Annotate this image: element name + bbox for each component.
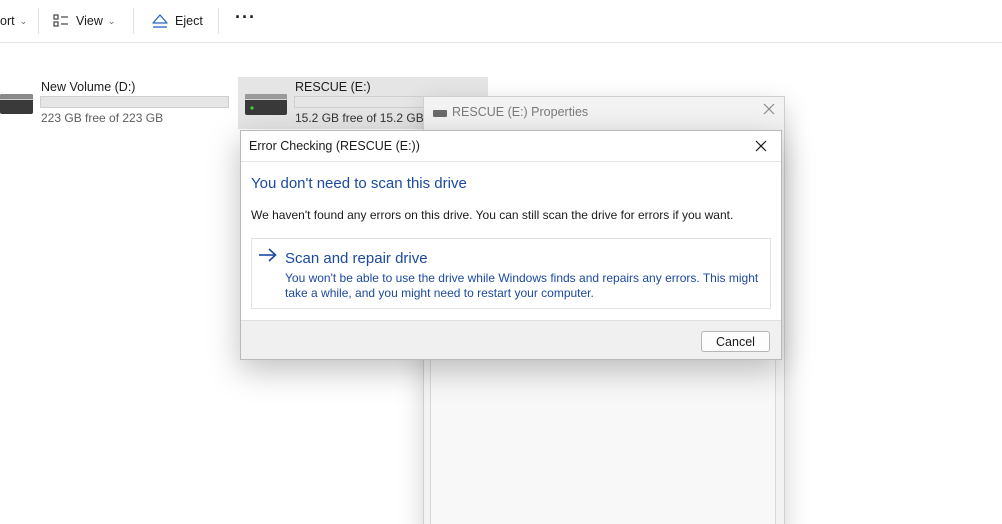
hard-drive-icon bbox=[245, 92, 287, 119]
eject-icon bbox=[152, 13, 168, 29]
toolbar-divider bbox=[38, 8, 39, 34]
chevron-down-icon: ⌄ bbox=[19, 15, 28, 26]
properties-tab-panel bbox=[430, 359, 776, 524]
drive-free-space: 223 GB free of 223 GB bbox=[41, 111, 164, 125]
sort-button[interactable]: ort ⌄ bbox=[0, 11, 27, 31]
close-button[interactable] bbox=[749, 135, 773, 157]
layout-list-icon bbox=[53, 14, 69, 28]
drive-name: New Volume (D:) bbox=[41, 80, 136, 94]
eject-label: Eject bbox=[175, 14, 203, 28]
close-icon[interactable] bbox=[763, 102, 775, 120]
drive-usage-bar bbox=[40, 96, 229, 108]
more-icon: ··· bbox=[235, 7, 256, 27]
scan-and-repair-option[interactable]: Scan and repair drive You won't be able … bbox=[251, 238, 771, 309]
command-bar: ort ⌄ View ⌄ Eject ··· bbox=[0, 0, 1002, 43]
view-label: View bbox=[76, 14, 103, 28]
drive-name: RESCUE (E:) bbox=[295, 80, 371, 94]
dialog-footer: Cancel bbox=[241, 320, 781, 359]
dialog-titlebar: Error Checking (RESCUE (E:)) bbox=[241, 131, 781, 162]
view-button[interactable]: View ⌄ bbox=[53, 11, 115, 31]
hard-drive-icon bbox=[0, 93, 34, 118]
dialog-title: Error Checking (RESCUE (E:)) bbox=[249, 139, 420, 153]
hard-drive-icon bbox=[433, 110, 447, 117]
cancel-button[interactable]: Cancel bbox=[701, 331, 770, 352]
close-icon bbox=[755, 140, 767, 152]
drive-free-space: 15.2 GB free of 15.2 GB bbox=[295, 111, 424, 125]
toolbar-divider bbox=[218, 8, 219, 34]
error-checking-dialog[interactable]: Error Checking (RESCUE (E:)) You don't n… bbox=[240, 130, 782, 360]
toolbar-divider bbox=[133, 8, 134, 34]
dialog-message: We haven't found any errors on this driv… bbox=[251, 208, 734, 222]
drive-usage-bar bbox=[294, 96, 424, 108]
arrow-right-icon bbox=[258, 247, 278, 266]
properties-window-title: RESCUE (E:) Properties bbox=[452, 105, 589, 119]
more-options-button[interactable]: ··· bbox=[235, 7, 256, 31]
chevron-down-icon: ⌄ bbox=[107, 15, 116, 26]
sort-label: ort bbox=[0, 14, 15, 28]
scan-option-description: You won't be able to use the drive while… bbox=[285, 271, 759, 300]
scan-option-label: Scan and repair drive bbox=[285, 250, 428, 267]
eject-button[interactable]: Eject bbox=[152, 11, 203, 31]
dialog-heading: You don't need to scan this drive bbox=[251, 175, 467, 192]
